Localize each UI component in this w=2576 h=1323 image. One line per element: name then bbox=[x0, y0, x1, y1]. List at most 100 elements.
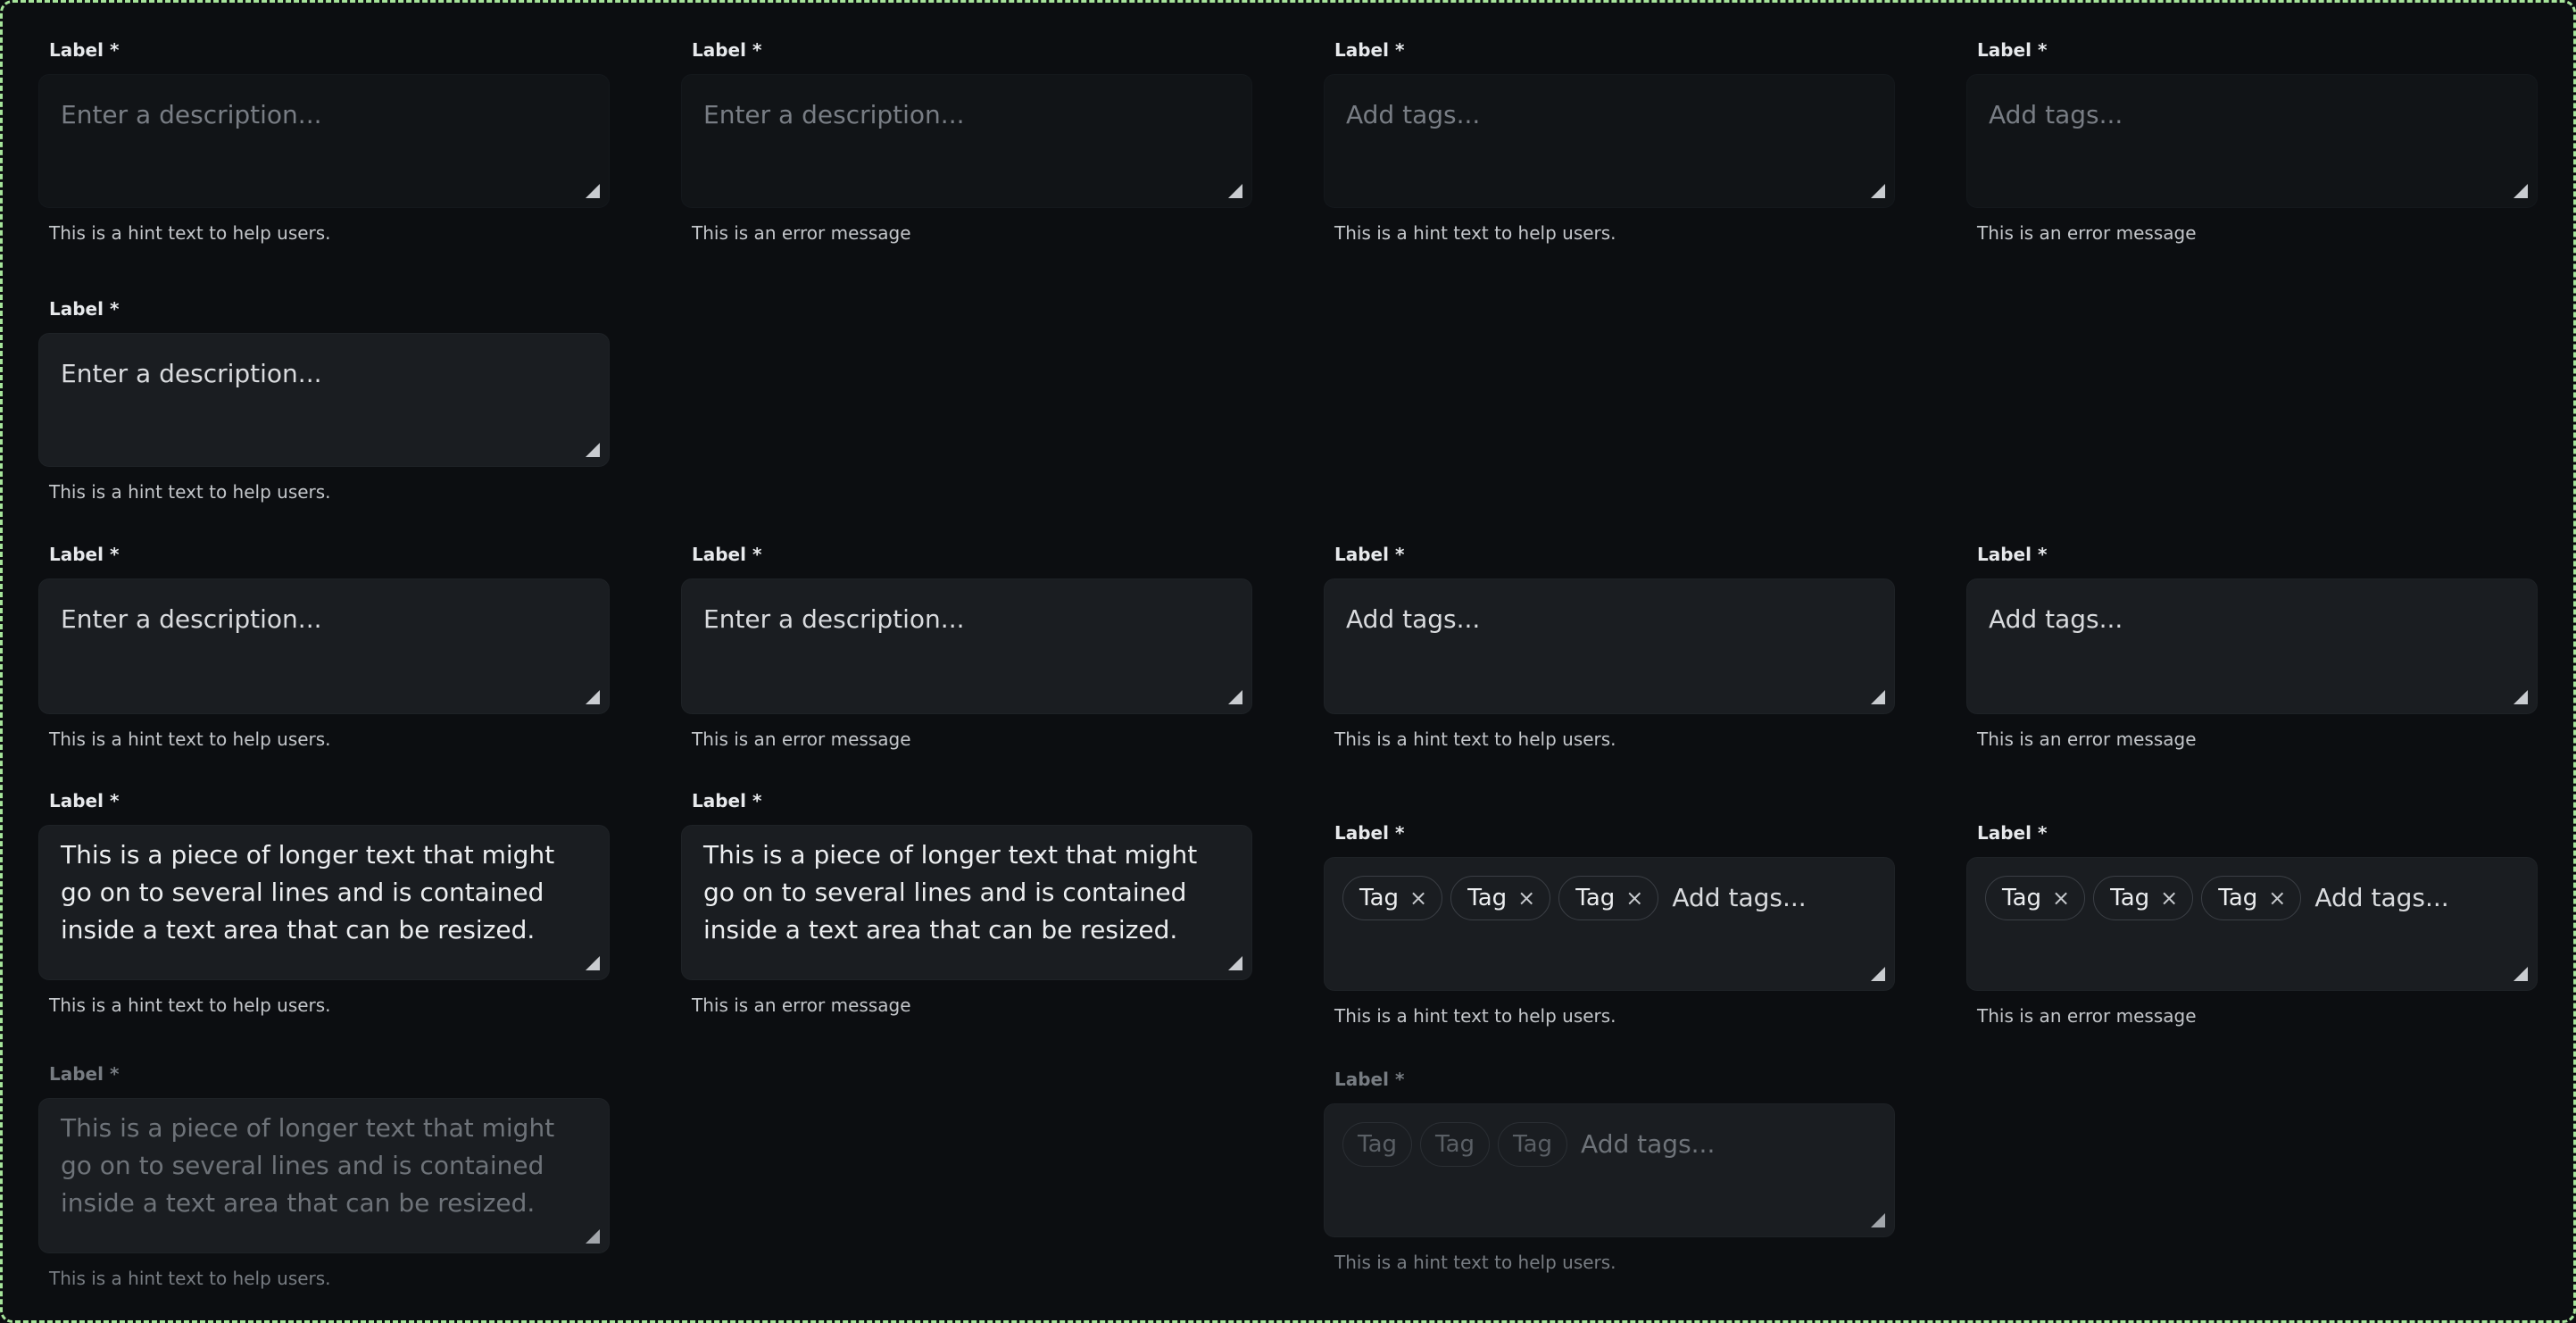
textarea-field-error-filled: Label * This is a piece of longer text t… bbox=[681, 788, 1252, 1018]
tag-chip[interactable]: Tag × bbox=[2093, 876, 2194, 920]
field-label: Label * bbox=[1334, 1069, 1405, 1090]
textarea-field-error-focused: Label * Enter a description... This is a… bbox=[681, 542, 1252, 752]
close-icon[interactable]: × bbox=[1625, 879, 1643, 917]
hint-text: This is a hint text to help users. bbox=[1334, 222, 1616, 244]
tags-placeholder: Add tags... bbox=[1346, 604, 1481, 634]
tag-chip[interactable]: Tag × bbox=[1558, 876, 1659, 920]
resize-handle-icon[interactable] bbox=[1228, 690, 1242, 704]
textarea-value: This is a piece of longer text that migh… bbox=[61, 840, 555, 944]
tags-placeholder: Add tags... bbox=[1989, 100, 2123, 129]
tags-placeholder: Add tags... bbox=[1672, 883, 1807, 912]
resize-handle-icon[interactable] bbox=[586, 956, 600, 970]
tag-chip[interactable]: Tag × bbox=[2201, 876, 2302, 920]
error-message: This is an error message bbox=[692, 994, 911, 1016]
description-textarea[interactable]: Enter a description... bbox=[681, 578, 1252, 714]
error-message: This is an error message bbox=[1977, 1005, 2197, 1027]
tag-chip[interactable]: Tag × bbox=[1342, 876, 1443, 920]
close-icon[interactable]: × bbox=[1517, 879, 1535, 917]
resize-handle-icon[interactable] bbox=[586, 443, 600, 457]
tag-label: Tag bbox=[2218, 885, 2258, 911]
resize-handle-icon[interactable] bbox=[2514, 967, 2528, 981]
tag-chip-disabled: Tag bbox=[1420, 1122, 1491, 1167]
field-label: Label * bbox=[692, 39, 762, 61]
hint-text: This is a hint text to help users. bbox=[1334, 728, 1616, 750]
tags-field-hint-default: Label * Add tags... This is a hint text … bbox=[1324, 37, 1895, 245]
field-label: Label * bbox=[49, 544, 120, 565]
textarea-placeholder: Enter a description... bbox=[61, 604, 322, 634]
field-label: Label * bbox=[49, 298, 120, 320]
hint-text: This is a hint text to help users. bbox=[1334, 1005, 1616, 1027]
tag-list: Tag × Tag × Tag × Add tags... bbox=[1342, 876, 1876, 920]
description-textarea[interactable]: Enter a description... bbox=[38, 333, 610, 467]
field-label: Label * bbox=[1977, 39, 2048, 61]
tag-chip-disabled: Tag bbox=[1342, 1122, 1413, 1167]
hint-text: This is a hint text to help users. bbox=[49, 222, 331, 244]
resize-handle-icon[interactable] bbox=[2514, 184, 2528, 198]
field-label: Label * bbox=[1977, 822, 2048, 844]
field-label: Label * bbox=[1334, 822, 1405, 844]
textarea-field-error-default: Label * Enter a description... This is a… bbox=[681, 37, 1252, 245]
tags-textarea[interactable]: Add tags... bbox=[1966, 578, 2538, 714]
tags-placeholder: Add tags... bbox=[2314, 883, 2449, 912]
field-label: Label * bbox=[49, 1063, 120, 1085]
tag-list: Tag Tag Tag Add tags... bbox=[1342, 1122, 1876, 1167]
textarea-value: This is a piece of longer text that migh… bbox=[61, 1113, 555, 1218]
resize-handle-icon bbox=[1871, 1213, 1885, 1227]
textarea-placeholder: Enter a description... bbox=[703, 604, 965, 634]
textarea-field-hover: Label * Enter a description... This is a… bbox=[38, 296, 610, 504]
resize-handle-icon[interactable] bbox=[2514, 690, 2528, 704]
description-textarea[interactable]: This is a piece of longer text that migh… bbox=[38, 825, 610, 980]
tag-label: Tag bbox=[2002, 885, 2042, 911]
field-label: Label * bbox=[1334, 39, 1405, 61]
tags-textarea[interactable]: Add tags... bbox=[1324, 74, 1895, 208]
tags-field-hint-filled: Label * Tag × Tag × Tag × Add tags... This … bbox=[1324, 820, 1895, 1028]
resize-handle-icon[interactable] bbox=[1871, 690, 1885, 704]
tag-chip[interactable]: Tag × bbox=[1985, 876, 2086, 920]
tag-label: Tag bbox=[1359, 885, 1400, 911]
field-label: Label * bbox=[49, 790, 120, 811]
field-label: Label * bbox=[1334, 544, 1405, 565]
tags-field-error-focused: Label * Add tags... This is an error mes… bbox=[1966, 542, 2538, 752]
close-icon[interactable]: × bbox=[1409, 879, 1427, 917]
tag-label: Tag bbox=[2110, 885, 2150, 911]
resize-handle-icon bbox=[586, 1229, 600, 1244]
description-textarea[interactable]: This is a piece of longer text that migh… bbox=[681, 825, 1252, 980]
close-icon[interactable]: × bbox=[2160, 879, 2178, 917]
tags-textarea[interactable]: Add tags... bbox=[1324, 578, 1895, 714]
tags-textarea[interactable]: Tag × Tag × Tag × Add tags... bbox=[1966, 857, 2538, 991]
tags-placeholder: Add tags... bbox=[1581, 1129, 1716, 1159]
resize-handle-icon[interactable] bbox=[586, 184, 600, 198]
field-label: Label * bbox=[692, 790, 762, 811]
tag-chip-disabled: Tag bbox=[1498, 1122, 1568, 1167]
textarea-field-hint-filled: Label * This is a piece of longer text t… bbox=[38, 788, 610, 1018]
error-message: This is an error message bbox=[1977, 728, 2197, 750]
tags-textarea[interactable]: Tag × Tag × Tag × Add tags... bbox=[1324, 857, 1895, 991]
hint-text: This is a hint text to help users. bbox=[49, 1268, 331, 1289]
textarea-placeholder: Enter a description... bbox=[703, 100, 965, 129]
resize-handle-icon[interactable] bbox=[1871, 184, 1885, 198]
field-label: Label * bbox=[1977, 544, 2048, 565]
hint-text: This is a hint text to help users. bbox=[49, 728, 331, 750]
tag-label: Tag bbox=[1467, 885, 1508, 911]
hint-text: This is a hint text to help users. bbox=[49, 994, 331, 1016]
tags-field-error-default: Label * Add tags... This is an error mes… bbox=[1966, 37, 2538, 245]
resize-handle-icon[interactable] bbox=[1228, 956, 1242, 970]
tag-label: Tag bbox=[1575, 885, 1616, 911]
textarea-value: This is a piece of longer text that migh… bbox=[703, 840, 1198, 944]
textarea-placeholder: Enter a description... bbox=[61, 359, 322, 388]
tags-placeholder: Add tags... bbox=[1989, 604, 2123, 634]
close-icon[interactable]: × bbox=[2268, 879, 2286, 917]
resize-handle-icon[interactable] bbox=[586, 690, 600, 704]
tag-chip[interactable]: Tag × bbox=[1450, 876, 1551, 920]
textarea-placeholder: Enter a description... bbox=[61, 100, 322, 129]
resize-handle-icon[interactable] bbox=[1228, 184, 1242, 198]
close-icon[interactable]: × bbox=[2052, 879, 2070, 917]
error-message: This is an error message bbox=[1977, 222, 2197, 244]
tag-list: Tag × Tag × Tag × Add tags... bbox=[1985, 876, 2519, 920]
description-textarea[interactable]: Enter a description... bbox=[681, 74, 1252, 208]
tags-textarea[interactable]: Add tags... bbox=[1966, 74, 2538, 208]
resize-handle-icon[interactable] bbox=[1871, 967, 1885, 981]
description-textarea[interactable]: Enter a description... bbox=[38, 578, 610, 714]
error-message: This is an error message bbox=[692, 222, 911, 244]
description-textarea[interactable]: Enter a description... bbox=[38, 74, 610, 208]
